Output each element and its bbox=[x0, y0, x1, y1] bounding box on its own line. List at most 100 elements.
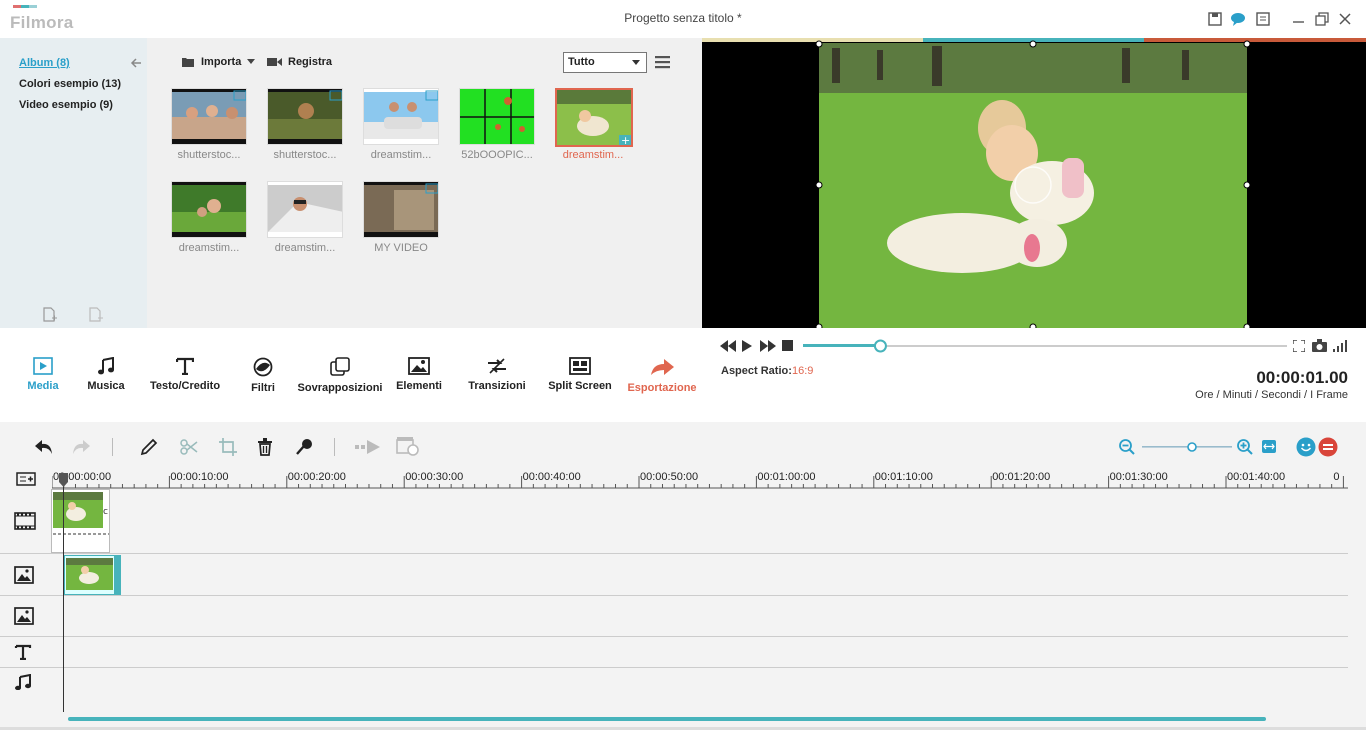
media-thumb-label: dreamstim... bbox=[274, 242, 336, 254]
fast-forward-icon[interactable] bbox=[760, 340, 776, 352]
redo-icon[interactable] bbox=[71, 438, 91, 456]
toolbar-label: Media bbox=[27, 380, 59, 392]
fit-timeline-icon[interactable] bbox=[1262, 440, 1276, 453]
media-thumb-5-selected[interactable]: + bbox=[555, 88, 633, 147]
playhead[interactable] bbox=[63, 474, 64, 712]
smiley-icon[interactable] bbox=[1296, 437, 1316, 457]
stop-icon[interactable] bbox=[782, 340, 793, 351]
crop-icon[interactable] bbox=[219, 438, 237, 456]
video-track-icon bbox=[14, 512, 36, 530]
media-thumb-label: dreamstim... bbox=[178, 242, 240, 254]
toolbar-transitions[interactable]: Transizioni bbox=[468, 357, 526, 392]
split-screen-icon bbox=[569, 357, 591, 375]
delete-trash-icon[interactable] bbox=[257, 438, 273, 456]
toolbar-music[interactable]: Musica bbox=[85, 357, 127, 392]
toolbar-export[interactable]: Esportazione bbox=[627, 357, 697, 394]
playback-scrubber[interactable] bbox=[803, 339, 1287, 353]
media-icon bbox=[33, 357, 53, 375]
timeline bbox=[0, 470, 1366, 730]
ruler-label: 00:01:40:00 bbox=[1227, 471, 1286, 483]
toolbar-label: Sovrapposizioni bbox=[297, 382, 383, 394]
media-thumb-3[interactable] bbox=[363, 88, 439, 145]
import-label: Importa bbox=[201, 56, 242, 68]
media-thumb-1[interactable] bbox=[171, 88, 247, 145]
microphone-icon[interactable] bbox=[295, 438, 313, 456]
toolbar-split-screen[interactable]: Split Screen bbox=[548, 357, 612, 392]
toolbar-media[interactable]: Media bbox=[24, 357, 62, 392]
video-clip[interactable]: c bbox=[51, 489, 110, 553]
feedback-icon[interactable] bbox=[1318, 437, 1338, 457]
svg-text:+: + bbox=[621, 134, 630, 147]
playhead-handle[interactable] bbox=[59, 473, 68, 487]
close-icon[interactable] bbox=[1336, 10, 1354, 28]
chevron-down-icon bbox=[632, 60, 640, 65]
media-thumb-7[interactable] bbox=[267, 181, 343, 238]
ruler-label: 00:01:20:00 bbox=[992, 471, 1051, 483]
ruler-label: 00:00:10:00 bbox=[170, 471, 229, 483]
list-view-icon[interactable] bbox=[655, 56, 670, 69]
undo-icon[interactable] bbox=[34, 438, 54, 456]
snapshot-icon[interactable] bbox=[1312, 339, 1327, 352]
toolbar-elements[interactable]: Elementi bbox=[396, 357, 442, 392]
timeline-scrollbar[interactable] bbox=[68, 717, 1266, 721]
overlay-icon bbox=[330, 357, 350, 376]
settings-clip-icon[interactable] bbox=[396, 436, 420, 456]
remove-folder-icon[interactable] bbox=[88, 307, 104, 323]
preview-player[interactable] bbox=[702, 38, 1366, 328]
transition-icon bbox=[488, 358, 506, 374]
toolbar-text[interactable]: Testo/Credito bbox=[150, 357, 220, 392]
chat-icon[interactable] bbox=[1229, 10, 1247, 28]
aspect-ratio-value[interactable]: 16:9 bbox=[792, 365, 813, 377]
zoom-slider[interactable] bbox=[1142, 441, 1232, 453]
music-track-icon bbox=[14, 674, 32, 690]
toolbar-label: Esportazione bbox=[627, 382, 697, 394]
media-thumb-8[interactable] bbox=[363, 181, 439, 238]
filter-select[interactable]: Tutto bbox=[563, 52, 647, 73]
sidebar-item-colori-esempio[interactable]: Colori esempio (13) bbox=[19, 78, 121, 90]
add-track-icon[interactable] bbox=[16, 472, 36, 486]
timecode: 00:00:01.00 bbox=[1256, 368, 1348, 387]
chevron-down-icon bbox=[247, 59, 256, 64]
pip-track-icon bbox=[14, 566, 34, 584]
separator bbox=[334, 438, 335, 456]
toolbar-label: Transizioni bbox=[468, 380, 526, 392]
media-thumb-label: dreamstim... bbox=[370, 149, 432, 161]
import-button[interactable]: Importa bbox=[181, 56, 256, 68]
media-thumb-label: shutterstoc... bbox=[177, 149, 241, 161]
timecode-caption: Ore / Minuti / Secondi / I Frame bbox=[1195, 389, 1348, 401]
toolbar-overlays[interactable]: Sovrapposizioni bbox=[297, 357, 383, 394]
media-thumb-2[interactable] bbox=[267, 88, 343, 145]
collapse-arrow-icon[interactable] bbox=[130, 57, 142, 69]
pip-clip[interactable] bbox=[64, 555, 121, 595]
speed-icon[interactable] bbox=[355, 438, 381, 456]
toolbar-label: Filtri bbox=[251, 382, 275, 394]
add-folder-icon[interactable] bbox=[42, 307, 58, 323]
toolbar-filters[interactable]: Filtri bbox=[244, 357, 282, 394]
media-thumb-label: 52bOOOPIC... bbox=[461, 149, 533, 161]
sidebar-item-album[interactable]: Album (8) bbox=[19, 57, 70, 69]
media-thumb-label: MY VIDEO bbox=[374, 242, 428, 254]
svg-text:c: c bbox=[103, 507, 108, 517]
minimize-icon[interactable] bbox=[1289, 10, 1307, 28]
ruler-label: 00:00:20:00 bbox=[287, 471, 346, 483]
toolbar-label: Testo/Credito bbox=[149, 380, 221, 392]
fullscreen-icon[interactable] bbox=[1293, 340, 1305, 352]
record-label: Registra bbox=[288, 56, 333, 68]
edit-pencil-icon[interactable] bbox=[140, 438, 158, 456]
media-thumb-6[interactable] bbox=[171, 181, 247, 238]
zoom-in-icon[interactable] bbox=[1237, 439, 1253, 455]
rewind-icon[interactable] bbox=[720, 340, 736, 352]
play-icon[interactable] bbox=[742, 340, 752, 352]
menu-icon[interactable] bbox=[1254, 10, 1272, 28]
sidebar-item-video-esempio[interactable]: Video esempio (9) bbox=[19, 99, 113, 111]
restore-icon[interactable] bbox=[1313, 10, 1331, 28]
toolbar-label: Musica bbox=[87, 380, 125, 392]
save-icon[interactable] bbox=[1206, 10, 1224, 28]
media-thumb-4[interactable] bbox=[459, 88, 535, 145]
text-icon bbox=[176, 357, 194, 375]
volume-icon[interactable] bbox=[1333, 340, 1347, 352]
split-icon[interactable] bbox=[180, 438, 198, 456]
toolbar-label: Split Screen bbox=[548, 380, 612, 392]
zoom-out-icon[interactable] bbox=[1119, 439, 1135, 455]
record-button[interactable]: Registra bbox=[267, 56, 332, 68]
